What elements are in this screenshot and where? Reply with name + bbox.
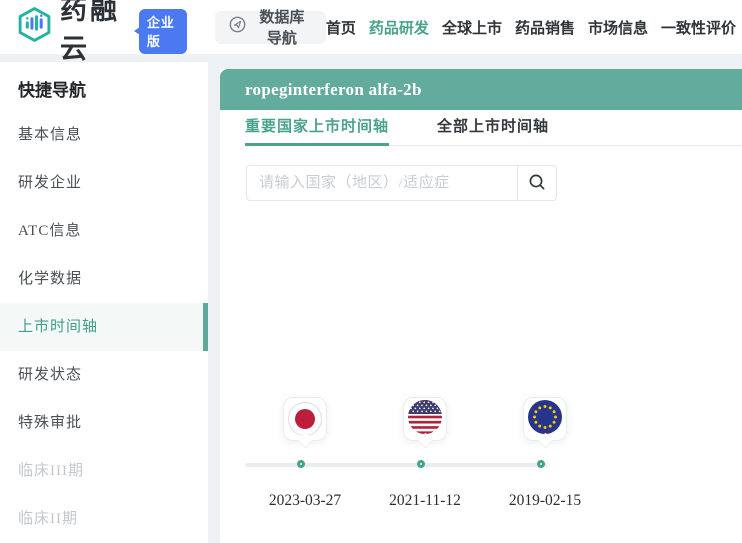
timeline-date-usa: 2021-11-12 [389,492,461,509]
japan-flag-icon [288,402,322,436]
timeline-marker-usa[interactable] [403,397,447,441]
search-button[interactable] [517,166,556,200]
timeline-tabs: 重要国家上市时间轴 全部上市时间轴 [220,110,742,146]
nav-item-home[interactable]: 首页 [326,17,356,38]
nav-item-consistency-eval[interactable]: 一致性评价 [661,17,736,38]
sidebar-item-rd-companies[interactable]: 研发企业 [0,159,208,207]
sidebar-title: 快捷导航 [18,81,86,100]
logo-text: 药融云 [60,0,120,64]
database-nav-button[interactable]: 数据库导航 [214,10,326,47]
drug-title-bar: ropeginterferon alfa-2b [220,69,742,110]
main-content: ropeginterferon alfa-2b 重要国家上市时间轴 全部上市时间… [220,69,742,543]
timeline-node-eu [537,460,545,468]
nav-item-global-launch[interactable]: 全球上市 [442,17,502,38]
sidebar-item-clinical-phase2[interactable]: 临床II期 [0,495,208,543]
timeline-node-usa [417,460,425,468]
top-navigation: 首页 药品研发 全球上市 药品销售 市场信息 一致性评价 [326,17,738,38]
eu-flag-icon [528,399,562,439]
sidebar-item-rd-status[interactable]: 研发状态 [0,351,208,399]
nav-item-drug-sales[interactable]: 药品销售 [515,17,575,38]
database-nav-label: 数据库导航 [259,10,305,47]
timeline-node-japan [297,460,305,468]
timeline-marker-eu[interactable] [523,397,567,441]
quick-nav-sidebar: 快捷导航 基本信息 研发企业 ATC信息 化学数据 上市时间轴 研发状态 特殊审… [0,62,208,543]
app-logo: 药融云 企业版 [16,0,187,66]
nav-item-drug-rd[interactable]: 药品研发 [369,17,429,38]
logo-hexagon-chart-icon [16,6,53,48]
sidebar-item-atc-info[interactable]: ATC信息 [0,207,208,255]
compass-send-icon [229,16,246,38]
timeline-line [245,463,547,467]
top-header: 药融云 企业版 数据库导航 首页 药品研发 全球上市 药品销售 市场信息 一致性… [0,0,742,64]
tab-all-timeline[interactable]: 全部上市时间轴 [437,110,549,146]
nav-item-market-info[interactable]: 市场信息 [588,17,648,38]
timeline-marker-japan[interactable] [283,397,327,441]
search-icon [528,173,546,194]
sidebar-item-launch-timeline[interactable]: 上市时间轴 [0,303,208,351]
sidebar-item-special-approval[interactable]: 特殊审批 [0,399,208,447]
timeline-date-eu: 2019-02-15 [508,492,582,509]
edition-badge: 企业版 [133,8,187,54]
tab-important-countries-timeline[interactable]: 重要国家上市时间轴 [245,110,390,146]
search-input[interactable] [247,166,517,200]
country-search-box [246,165,557,201]
timeline-date-japan: 2023-03-27 [268,492,342,509]
sidebar-item-basic-info[interactable]: 基本信息 [0,111,208,159]
sidebar-item-clinical-phase3[interactable]: 临床III期 [0,447,208,495]
usa-flag-icon [408,399,442,439]
drug-title: ropeginterferon alfa-2b [245,79,422,99]
sidebar-item-chemical-data[interactable]: 化学数据 [0,255,208,303]
